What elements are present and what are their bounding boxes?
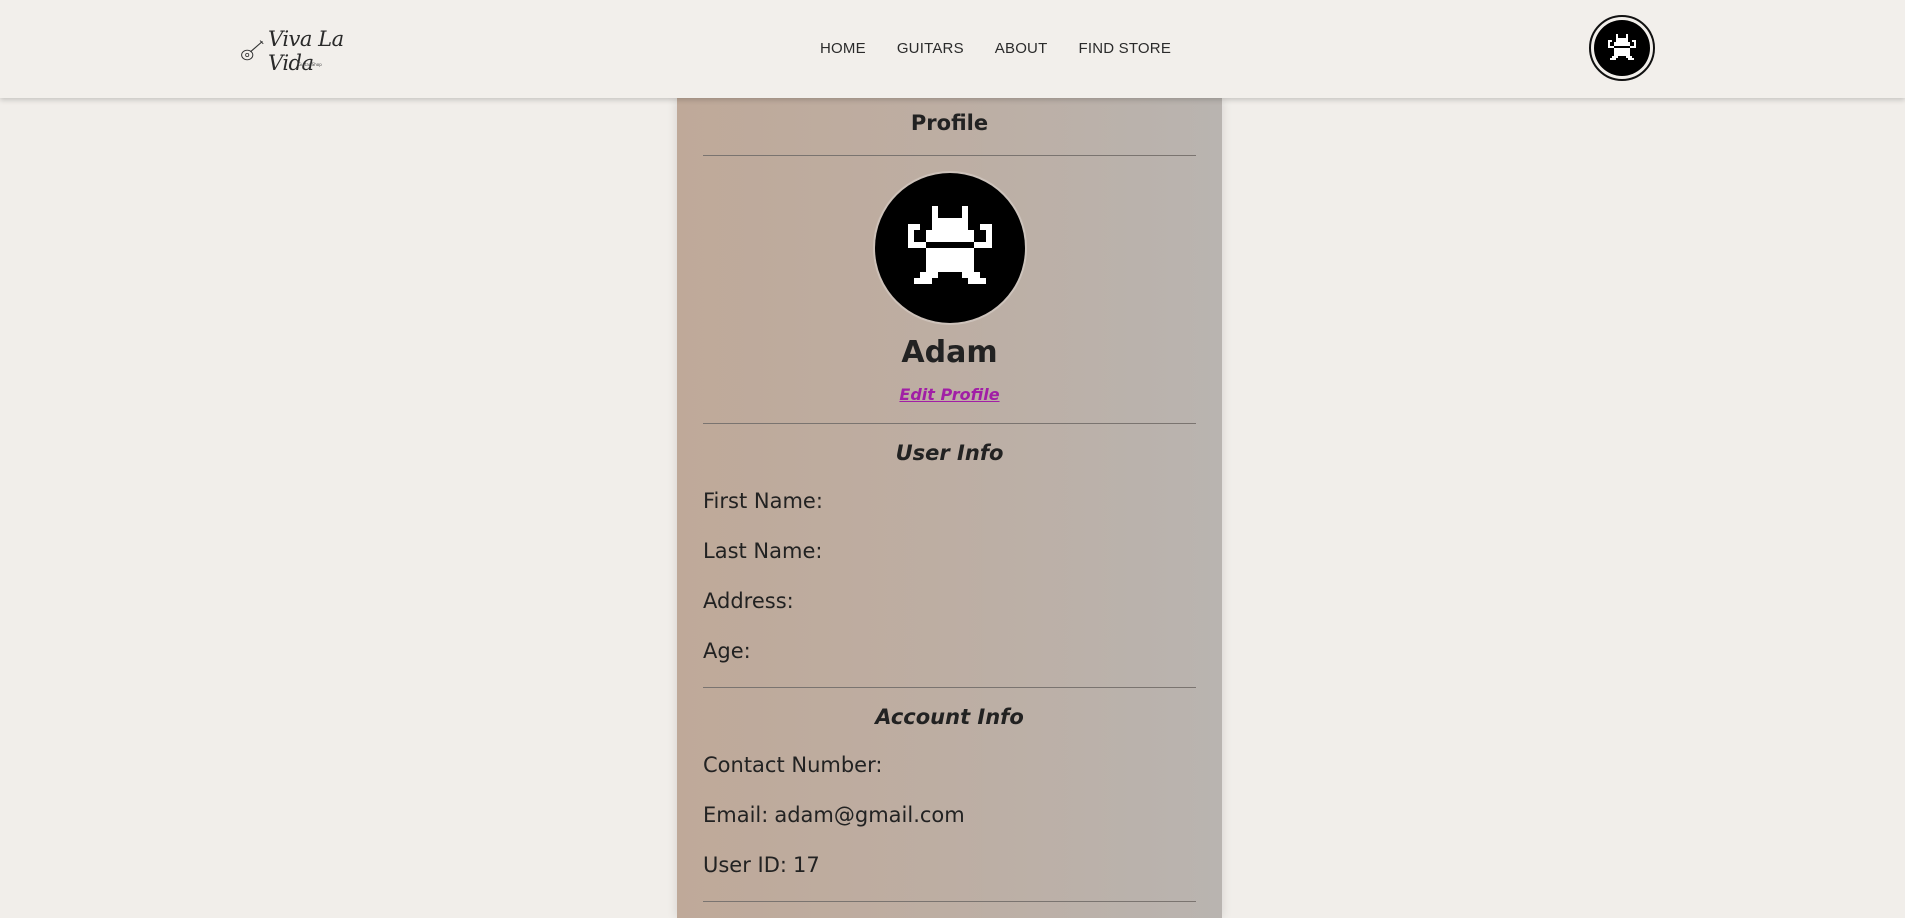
- field-label: Address:: [703, 589, 794, 613]
- contact-number-field: Contact Number:: [703, 753, 888, 777]
- email-field: Email: adam@gmail.com: [703, 803, 965, 827]
- profile-avatar: [875, 173, 1025, 323]
- nav-find-store[interactable]: FIND STORE: [1078, 40, 1171, 57]
- pixel-creature-icon: [908, 206, 992, 284]
- user-avatar-button[interactable]: [1589, 15, 1655, 81]
- field-label: First Name:: [703, 489, 823, 513]
- guitar-icon: [241, 40, 264, 61]
- pixel-creature-icon: [1608, 34, 1636, 60]
- user-info-title: User Info: [895, 441, 1004, 465]
- user-id-field: User ID: 17: [703, 853, 820, 877]
- logo-text: Viva La Vida: [268, 27, 344, 75]
- edit-profile-link[interactable]: Edit Profile: [703, 385, 1196, 404]
- account-info-title: Account Info: [875, 705, 1024, 729]
- age-field: Age:: [703, 639, 757, 663]
- first-name-field: First Name:: [703, 489, 829, 513]
- avatar: [1594, 20, 1650, 76]
- address-field: Address:: [703, 589, 800, 613]
- divider: [703, 687, 1196, 688]
- site-header: Viva La Vida Guitar Shop HOME GUITARS AB…: [0, 0, 1905, 98]
- profile-title: Profile: [910, 111, 989, 135]
- field-value: adam@gmail.com: [774, 803, 965, 827]
- field-value: 17: [792, 853, 820, 877]
- user-name: Adam: [901, 335, 998, 370]
- field-label: Last Name:: [703, 539, 823, 563]
- divider: [703, 901, 1196, 902]
- divider: [703, 423, 1196, 424]
- field-label: Email:: [703, 803, 769, 827]
- field-label: Contact Number:: [703, 753, 883, 777]
- site-logo[interactable]: Viva La Vida Guitar Shop: [240, 27, 370, 75]
- field-label: User ID:: [703, 853, 787, 877]
- nav-home[interactable]: HOME: [820, 40, 866, 57]
- divider: [703, 155, 1196, 156]
- main-nav: HOME GUITARS ABOUT FIND STORE: [820, 40, 1202, 57]
- profile-card: Profile Adam Edit Profile User Info Firs…: [677, 98, 1222, 918]
- last-name-field: Last Name:: [703, 539, 828, 563]
- nav-about[interactable]: ABOUT: [995, 40, 1048, 57]
- field-label: Age:: [703, 639, 751, 663]
- logo-subtext: Guitar Shop: [298, 62, 322, 67]
- nav-guitars[interactable]: GUITARS: [897, 40, 964, 57]
